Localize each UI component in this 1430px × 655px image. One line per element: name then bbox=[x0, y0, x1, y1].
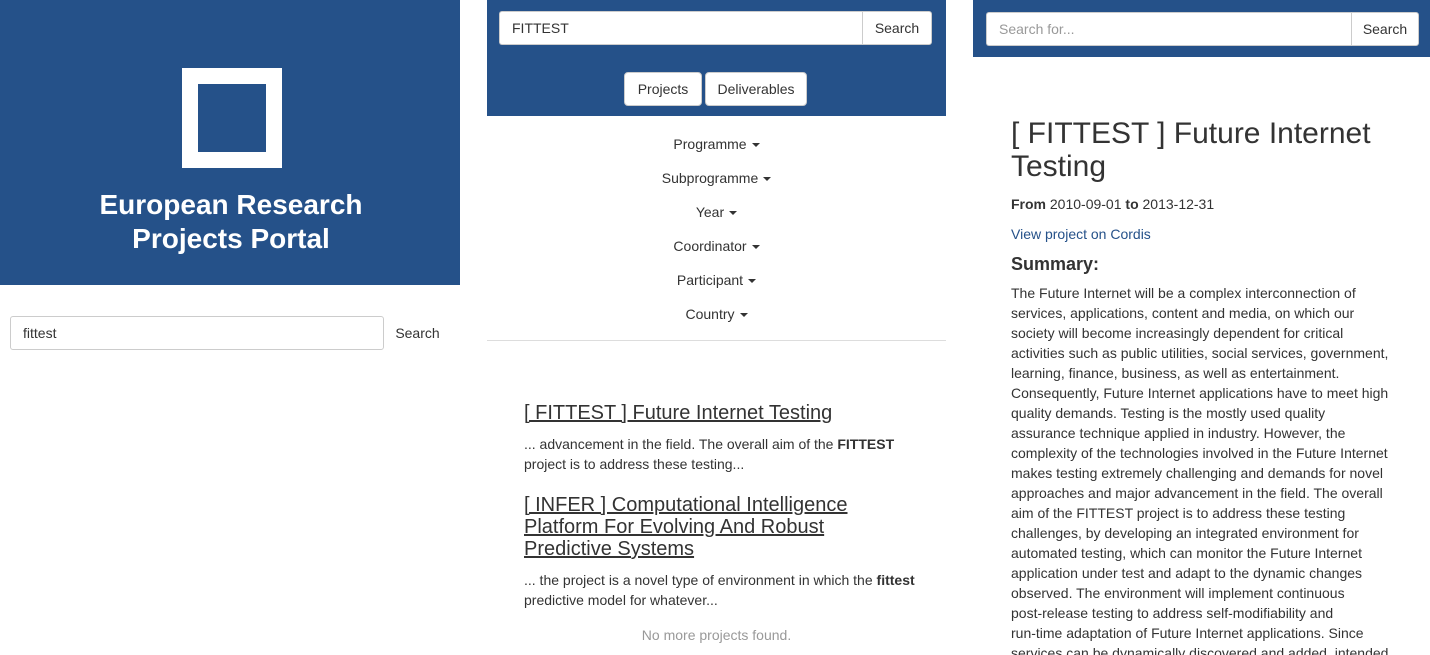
caret-down-icon bbox=[729, 211, 738, 216]
summary-line: quality demands. Testing is the mostly u… bbox=[1011, 405, 1326, 421]
filter-label: Subprogramme bbox=[661, 170, 759, 186]
portal-title: European Research Projects Portal bbox=[0, 188, 460, 256]
summary-line: application under test and adapt to the … bbox=[1011, 565, 1363, 581]
project-detail-panel: Search [ FITTEST ] Future Internet Testi… bbox=[973, 0, 1430, 655]
summary-line: aim of the FITTEST project is to address… bbox=[1011, 505, 1346, 521]
detail-search-input[interactable] bbox=[986, 12, 1352, 46]
from-label: From bbox=[1011, 196, 1046, 212]
filter-label: Country bbox=[685, 306, 735, 322]
detail-search-button[interactable]: Search bbox=[1351, 12, 1419, 46]
portal-title-line1: European Research bbox=[99, 189, 363, 220]
home-search-button[interactable]: Search bbox=[384, 316, 451, 350]
summary-line: run-time adaptation of Future Internet a… bbox=[1011, 625, 1364, 641]
snippet-text: ... advancement in the field. The overal… bbox=[524, 436, 838, 452]
filter-coordinator[interactable]: Coordinator bbox=[487, 232, 946, 266]
summary-line: challenges, by developing an integrated … bbox=[1011, 525, 1359, 541]
project-dates: From 2010-09-01 to 2013-12-31 bbox=[1011, 194, 1214, 214]
to-label: to bbox=[1125, 196, 1139, 212]
filter-label: Year bbox=[695, 204, 725, 220]
result-title-link[interactable]: [ INFER ] Computational Intelligence Pla… bbox=[524, 494, 914, 560]
summary-line: assurance technique applied in industry.… bbox=[1011, 425, 1346, 441]
summary-line: The Future Internet will be a complex in… bbox=[1011, 285, 1356, 301]
square-logo-icon bbox=[182, 68, 282, 168]
results-search-input[interactable] bbox=[499, 11, 863, 45]
summary-line: services, applications, content and medi… bbox=[1011, 305, 1355, 321]
caret-down-icon bbox=[739, 313, 748, 318]
tab-deliverables[interactable]: Deliverables bbox=[705, 72, 807, 106]
filter-label: Coordinator bbox=[673, 238, 747, 254]
summary-line: makes testing extremely challenging and … bbox=[1011, 465, 1383, 481]
tab-projects[interactable]: Projects bbox=[624, 72, 702, 106]
result-snippet: ... advancement in the field. The overal… bbox=[524, 434, 919, 474]
caret-down-icon bbox=[763, 177, 772, 182]
summary-line: post-release testing to address self-mod… bbox=[1011, 605, 1334, 621]
filter-subprogramme[interactable]: Subprogramme bbox=[487, 164, 946, 198]
filter-label: Programme bbox=[673, 136, 747, 152]
divider bbox=[487, 340, 946, 341]
hero-banner: European Research Projects Portal bbox=[0, 0, 460, 285]
filter-year[interactable]: Year bbox=[487, 198, 946, 232]
results-header: Search Projects Deliverables bbox=[487, 0, 946, 116]
home-search-input[interactable] bbox=[10, 316, 384, 350]
result-title-link[interactable]: [ FITTEST ] Future Internet Testing bbox=[524, 402, 914, 424]
summary-heading: Summary: bbox=[1011, 254, 1100, 274]
to-date: 2013-12-31 bbox=[1142, 196, 1215, 212]
filter-programme[interactable]: Programme bbox=[487, 130, 946, 164]
snippet-text: ... the project is a novel type of envir… bbox=[524, 572, 877, 588]
home-panel: European Research Projects Portal Search bbox=[0, 0, 460, 655]
summary-line: Consequently, Future Internet applicatio… bbox=[1011, 385, 1389, 401]
results-panel: Search Projects Deliverables Programme S… bbox=[487, 0, 946, 655]
snippet-text: predictive model for whatever... bbox=[524, 592, 718, 608]
results-search-button[interactable]: Search bbox=[862, 11, 932, 45]
filter-label: Participant bbox=[676, 272, 744, 288]
filter-list: Programme Subprogramme Year Coordinator … bbox=[487, 130, 946, 334]
summary-line: automated testing, which can monitor the… bbox=[1011, 545, 1362, 561]
result-snippet: ... the project is a novel type of envir… bbox=[524, 570, 919, 610]
from-date: 2010-09-01 bbox=[1049, 196, 1122, 212]
summary-line: society will become increasingly depende… bbox=[1011, 325, 1344, 341]
summary-line: learning, finance, business, as well as … bbox=[1011, 365, 1340, 381]
caret-down-icon bbox=[748, 279, 757, 284]
summary-line: activities such as public utilities, soc… bbox=[1011, 345, 1389, 361]
filter-participant[interactable]: Participant bbox=[487, 266, 946, 300]
caret-down-icon bbox=[751, 245, 760, 250]
summary-text: The Future Internet will be a complex in… bbox=[1011, 283, 1403, 655]
detail-header: Search bbox=[973, 0, 1430, 57]
portal-title-line2: Projects Portal bbox=[132, 223, 330, 254]
no-more-message: No more projects found. bbox=[641, 627, 792, 643]
summary-line: services can be dynamically discovered a… bbox=[1011, 645, 1389, 655]
summary-line: complexity of the technologies involved … bbox=[1011, 445, 1388, 461]
caret-down-icon bbox=[751, 143, 760, 148]
summary-line: approaches and major advancement in the … bbox=[1011, 485, 1383, 501]
snippet-highlight: fittest bbox=[876, 572, 915, 588]
filter-country[interactable]: Country bbox=[487, 300, 946, 334]
summary-line: observed. The environment will implement… bbox=[1011, 585, 1345, 601]
snippet-highlight: FITTEST bbox=[837, 436, 895, 452]
snippet-text: project is to address these testing... bbox=[524, 456, 745, 472]
project-title: [ FITTEST ] Future Internet Testing bbox=[1011, 117, 1371, 183]
cordis-link[interactable]: View project on Cordis bbox=[1011, 224, 1151, 244]
